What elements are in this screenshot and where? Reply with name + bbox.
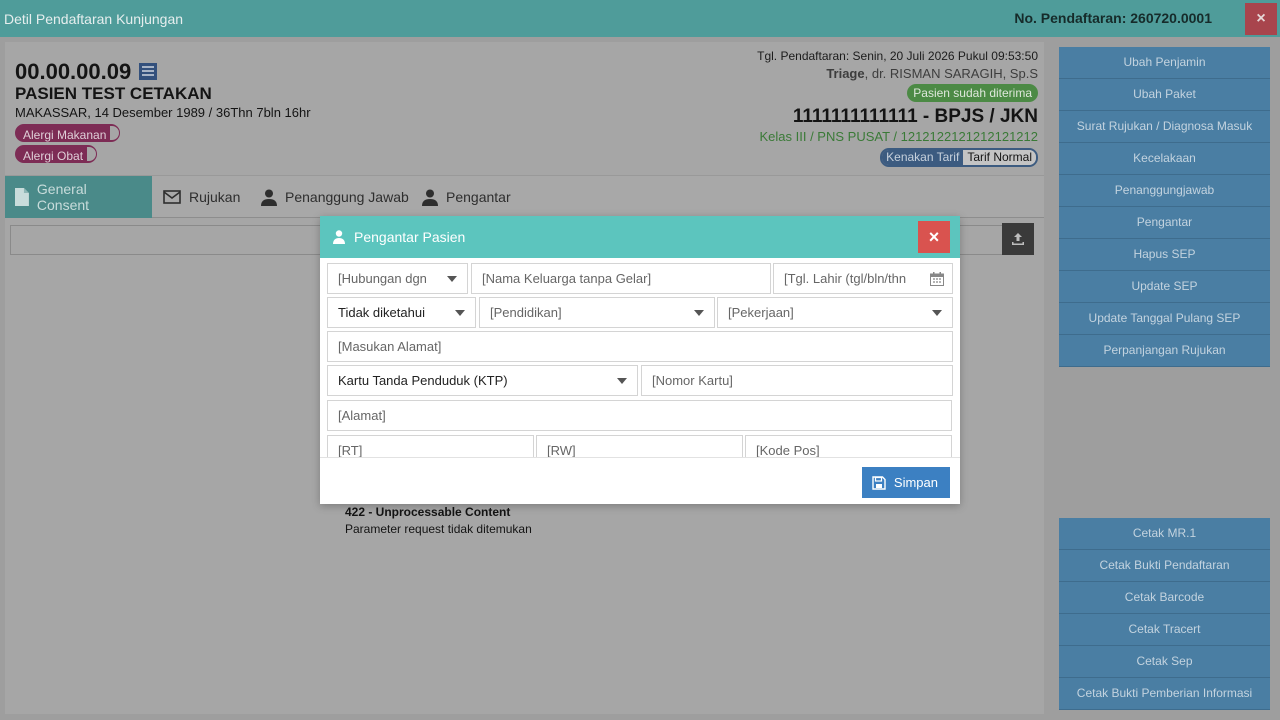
patient-name: PASIEN TEST CETAKAN bbox=[15, 84, 212, 103]
allergy-badge-food: Alergi Makanan bbox=[15, 124, 121, 142]
status-badge: Pasien sudah diterima bbox=[907, 84, 1038, 102]
envelope-icon bbox=[163, 190, 181, 204]
education-placeholder: [Pendidikan] bbox=[490, 305, 562, 320]
tab-label: General Consent bbox=[36, 181, 90, 213]
tab-bar: General Consent Rujukan Penanggung Jawab… bbox=[5, 175, 1044, 218]
tab-general-consent[interactable]: General Consent bbox=[5, 176, 152, 218]
tab-rujukan[interactable]: Rujukan bbox=[163, 176, 240, 218]
companion-button[interactable]: Pengantar bbox=[1059, 207, 1270, 239]
education-select[interactable]: [Pendidikan] bbox=[479, 297, 715, 328]
birth-date-input[interactable]: [Tgl. Lahir (tgl/bln/thn bbox=[773, 263, 953, 294]
print-information-proof-button[interactable]: Cetak Bukti Pemberian Informasi bbox=[1059, 678, 1270, 710]
triage-label: Triage bbox=[826, 66, 865, 81]
postal-code-input[interactable]: [Kode Pos] bbox=[745, 435, 952, 457]
insurance-number: 1111111111111 - BPJS / JKN bbox=[792, 106, 1038, 127]
gender-select[interactable]: Tidak diketahui bbox=[327, 297, 476, 328]
patient-id-row: 00.00.00.09 bbox=[15, 59, 158, 85]
chevron-down-icon bbox=[617, 378, 627, 384]
companion-modal: Pengantar Pasien × [Hubungan dgn [Nama K… bbox=[320, 216, 960, 504]
window-close-button[interactable]: × bbox=[1245, 3, 1277, 35]
address-search-input[interactable]: [Masukan Alamat] bbox=[327, 331, 953, 362]
list-icon[interactable] bbox=[139, 63, 158, 80]
rw-input[interactable]: [RW] bbox=[536, 435, 743, 457]
chevron-down-icon bbox=[447, 276, 457, 282]
registration-number: No. Pendaftaran: 260720.0001 bbox=[1014, 10, 1212, 26]
user-icon bbox=[422, 189, 438, 206]
window-title: Detil Pendaftaran Kunjungan bbox=[4, 11, 184, 27]
id-card-type-value: Kartu Tanda Penduduk (KTP) bbox=[338, 373, 508, 388]
change-guarantor-button[interactable]: Ubah Penjamin bbox=[1059, 47, 1270, 79]
accident-button[interactable]: Kecelakaan bbox=[1059, 143, 1270, 175]
occupation-placeholder: [Pekerjaan] bbox=[728, 305, 794, 320]
card-number-input[interactable]: [Nomor Kartu] bbox=[641, 365, 953, 396]
save-icon bbox=[872, 475, 886, 490]
allergy-badge-drug: Alergi Obat bbox=[15, 145, 98, 163]
modal-title: Pengantar Pasien bbox=[354, 229, 466, 245]
extend-referral-button[interactable]: Perpanjangan Rujukan bbox=[1059, 335, 1270, 367]
tab-label: Pengantar bbox=[446, 189, 511, 205]
modal-header: Pengantar Pasien × bbox=[320, 216, 960, 258]
user-icon bbox=[333, 230, 345, 244]
print-registration-proof-button[interactable]: Cetak Bukti Pendaftaran bbox=[1059, 550, 1270, 582]
relationship-placeholder: [Hubungan dgn bbox=[338, 271, 427, 286]
error-message: Parameter request tidak ditemukan bbox=[345, 522, 532, 536]
relationship-select[interactable]: [Hubungan dgn bbox=[327, 263, 468, 294]
print-tracert-button[interactable]: Cetak Tracert bbox=[1059, 614, 1270, 646]
upload-icon bbox=[1012, 233, 1024, 245]
triage-doctor: Triage, dr. RISMAN SARAGIH, Sp.S bbox=[826, 66, 1038, 81]
gender-value: Tidak diketahui bbox=[338, 305, 425, 320]
tab-label: Rujukan bbox=[189, 189, 241, 205]
referral-letter-button[interactable]: Surat Rujukan / Diagnosa Masuk bbox=[1059, 111, 1270, 143]
file-icon bbox=[15, 188, 29, 206]
print-barcode-button[interactable]: Cetak Barcode bbox=[1059, 582, 1270, 614]
change-package-button[interactable]: Ubah Paket bbox=[1059, 79, 1270, 111]
user-icon bbox=[261, 189, 277, 206]
modal-form: [Hubungan dgn [Nama Keluarga tanpa Gelar… bbox=[320, 258, 960, 458]
patient-birth-info: MAKASSAR, 14 Desember 1989 / 36Thn 7bln … bbox=[15, 105, 311, 120]
tariff-value: Tarif Normal bbox=[963, 150, 1036, 165]
tab-penanggung-jawab[interactable]: Penanggung Jawab bbox=[261, 176, 409, 218]
window-titlebar: Detil Pendaftaran Kunjungan No. Pendafta… bbox=[0, 0, 1280, 37]
upload-button[interactable] bbox=[1002, 223, 1034, 255]
print-mr1-button[interactable]: Cetak MR.1 bbox=[1059, 518, 1270, 550]
modal-footer: Simpan bbox=[320, 459, 960, 504]
sidebar-print-actions: Cetak MR.1 Cetak Bukti Pendaftaran Cetak… bbox=[1059, 518, 1270, 710]
tab-label: Penanggung Jawab bbox=[285, 189, 409, 205]
patient-id: 00.00.00.09 bbox=[15, 59, 132, 84]
tariff-label: Kenakan Tarif bbox=[882, 150, 964, 165]
print-sep-button[interactable]: Cetak Sep bbox=[1059, 646, 1270, 678]
chevron-down-icon bbox=[455, 310, 465, 316]
class-info: Kelas III / PNS PUSAT / 1212122121212121… bbox=[759, 129, 1039, 144]
doctor-name: , dr. RISMAN SARAGIH, Sp.S bbox=[864, 66, 1038, 81]
registration-date: Tgl. Pendaftaran: Senin, 20 Juli 2026 Pu… bbox=[757, 49, 1038, 63]
error-title: 422 - Unprocessable Content bbox=[345, 505, 511, 519]
responsible-party-button[interactable]: Penanggungjawab bbox=[1059, 175, 1270, 207]
save-label: Simpan bbox=[893, 475, 938, 490]
id-card-type-select[interactable]: Kartu Tanda Penduduk (KTP) bbox=[327, 365, 638, 396]
tariff-toggle[interactable]: Kenakan Tarif Tarif Normal bbox=[880, 148, 1038, 167]
birth-date-placeholder: [Tgl. Lahir (tgl/bln/thn bbox=[784, 271, 907, 286]
sidebar-actions: Ubah Penjamin Ubah Paket Surat Rujukan /… bbox=[1059, 47, 1270, 367]
chevron-down-icon bbox=[694, 310, 704, 316]
modal-close-button[interactable]: × bbox=[918, 221, 950, 253]
address-input[interactable]: [Alamat] bbox=[327, 400, 952, 431]
tab-pengantar[interactable]: Pengantar bbox=[422, 176, 511, 218]
chevron-down-icon bbox=[932, 310, 942, 316]
family-name-input[interactable]: [Nama Keluarga tanpa Gelar] bbox=[471, 263, 771, 294]
update-sep-button[interactable]: Update SEP bbox=[1059, 271, 1270, 303]
occupation-select[interactable]: [Pekerjaan] bbox=[717, 297, 953, 328]
update-discharge-date-button[interactable]: Update Tanggal Pulang SEP bbox=[1059, 303, 1270, 335]
save-button[interactable]: Simpan bbox=[861, 467, 950, 498]
rt-input[interactable]: [RT] bbox=[327, 435, 534, 457]
calendar-icon[interactable] bbox=[930, 272, 944, 286]
delete-sep-button[interactable]: Hapus SEP bbox=[1059, 239, 1270, 271]
